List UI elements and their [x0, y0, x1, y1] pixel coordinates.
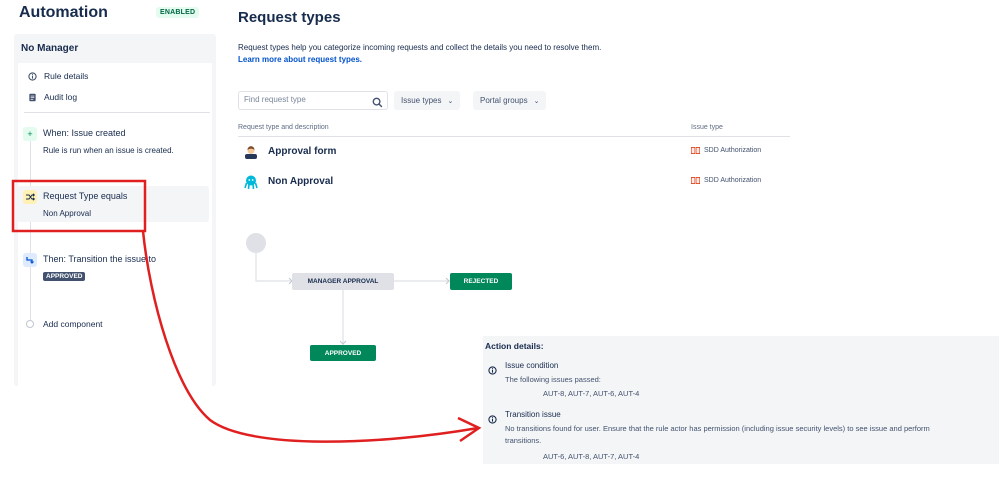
portal-groups-filter[interactable]: Portal groups ⌄: [473, 91, 547, 110]
portal-groups-label: Portal groups: [480, 96, 528, 105]
shuffle-icon: [23, 190, 37, 204]
rule-name: No Manager: [21, 43, 79, 54]
condition-subtitle: Non Approval: [43, 209, 92, 218]
workflow-node-manager-approval[interactable]: MANAGER APPROVAL: [292, 273, 394, 290]
enabled-badge: ENABLED: [156, 7, 200, 18]
page-description: Request types help you categorize incomi…: [238, 43, 602, 52]
search-box[interactable]: [238, 91, 388, 110]
trigger-subtitle: Rule is run when an issue is created.: [43, 146, 174, 155]
request-type-non-approval[interactable]: Non Approval: [268, 176, 333, 187]
issue-condition-text: The following issues passed:: [505, 375, 601, 384]
transition-icon: [23, 253, 37, 267]
action-details-title: Action details:: [485, 341, 544, 351]
table-header-divider: [238, 136, 790, 137]
audit-log-link[interactable]: Audit log: [28, 92, 77, 102]
workflow-start-node: [246, 233, 266, 253]
annotation-arrow-head: [457, 416, 482, 443]
issue-type-label: SDD Authorization: [704, 147, 762, 154]
rule-details-label: Rule details: [44, 71, 89, 81]
trigger-title[interactable]: When: Issue created: [43, 128, 126, 138]
transition-issue-heading: Transition issue: [505, 410, 561, 419]
plus-icon: +: [23, 127, 37, 141]
column-header-issue-type: Issue type: [691, 124, 723, 131]
book-icon: [691, 147, 700, 154]
action-details-panel: [483, 336, 999, 464]
octopus-icon: [243, 174, 259, 190]
page-title: Request types: [238, 9, 341, 26]
automation-title: Automation: [19, 4, 108, 21]
document-icon: [28, 93, 37, 102]
issue-types-filter[interactable]: Issue types ⌄: [394, 91, 461, 110]
timeline-line: [30, 140, 31, 322]
transition-issue-text-line2: transitions.: [505, 436, 542, 445]
learn-more-link[interactable]: Learn more about request types.: [238, 55, 362, 64]
panel-divider: [24, 112, 210, 113]
book-icon: [691, 177, 700, 184]
workflow-node-rejected[interactable]: REJECTED: [450, 273, 512, 290]
issue-types-label: Issue types: [401, 96, 442, 105]
chevron-down-icon: ⌄: [447, 97, 454, 105]
transition-issue-keys[interactable]: AUT-6, AUT-8, AUT-7, AUT-4: [543, 452, 639, 461]
column-header-request-type: Request type and description: [238, 124, 329, 131]
issue-type-label: SDD Authorization: [704, 177, 762, 184]
search-input[interactable]: [244, 95, 369, 104]
request-type-approval-form[interactable]: Approval form: [268, 146, 336, 157]
search-icon[interactable]: [372, 95, 383, 108]
chevron-down-icon: ⌄: [533, 97, 540, 105]
action-title[interactable]: Then: Transition the issue to: [43, 254, 156, 264]
info-icon: [488, 362, 497, 375]
approved-status-lozenge: APPROVED: [43, 272, 86, 281]
add-dot-icon: [26, 320, 34, 328]
person-icon: [244, 145, 258, 159]
add-component-link[interactable]: Add component: [43, 319, 103, 329]
info-icon: [28, 71, 37, 81]
issue-condition-keys[interactable]: AUT-8, AUT-7, AUT-6, AUT-4: [543, 389, 639, 398]
rule-details-link[interactable]: Rule details: [28, 71, 88, 81]
issue-type-cell: SDD Authorization: [691, 177, 761, 184]
issue-type-cell: SDD Authorization: [691, 147, 761, 154]
condition-title[interactable]: Request Type equals: [43, 191, 127, 201]
info-icon: [488, 411, 497, 424]
workflow-node-approved[interactable]: APPROVED: [310, 345, 376, 361]
issue-condition-heading: Issue condition: [505, 361, 559, 370]
audit-log-label: Audit log: [44, 92, 78, 102]
transition-issue-text-line1: No transitions found for user. Ensure th…: [505, 424, 930, 433]
